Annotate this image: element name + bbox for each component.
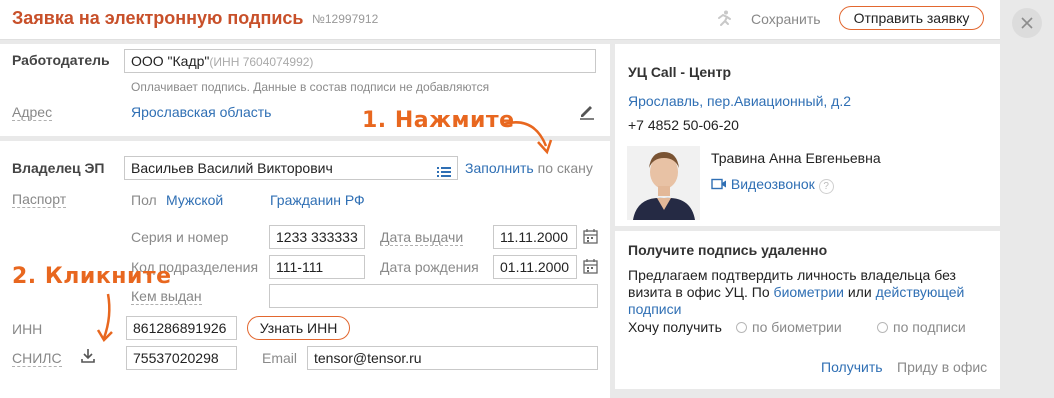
issue-date-label: Дата выдачи: [380, 229, 464, 246]
download-icon[interactable]: [80, 348, 96, 364]
employer-hint: Оплачивает подпись. Данные в состав подп…: [131, 80, 490, 94]
close-icon: [1020, 16, 1034, 30]
manager-avatar: [627, 146, 700, 220]
sex-label: Пол: [131, 192, 157, 208]
annotation-arrow-1: [503, 121, 553, 155]
calendar-icon[interactable]: [583, 228, 598, 244]
issued-by-field[interactable]: [269, 284, 598, 308]
address-label[interactable]: Адрес: [12, 104, 53, 121]
center-phone: +7 4852 50-06-20: [628, 117, 739, 133]
list-icon[interactable]: [437, 162, 451, 177]
owner-name: Васильев Василий Викторович: [131, 160, 333, 176]
header-bar: Заявка на электронную подпись №12997912 …: [0, 0, 1000, 40]
edit-pencil-icon[interactable]: [578, 102, 596, 120]
inn-field[interactable]: 861286891926: [126, 316, 237, 340]
snils-field[interactable]: 75537020298: [126, 346, 237, 370]
employer-field[interactable]: ООО "Кадр"(ИНН 7604074992): [124, 49, 596, 73]
center-address[interactable]: Ярославль, пер.Авиационный, д.2: [628, 93, 851, 109]
annotation-step2: 2. Кликните: [12, 264, 172, 289]
radio-biometry[interactable]: [736, 322, 747, 333]
owner-label: Владелец ЭП: [12, 160, 105, 176]
center-card: УЦ Call - Центр Ярославль, пер.Авиационн…: [615, 44, 1000, 226]
biometry-link[interactable]: биометрии: [774, 284, 844, 300]
remote-title: Получите подпись удаленно: [628, 242, 828, 258]
center-title: УЦ Call - Центр: [628, 64, 731, 80]
issued-by-label: Кем выдан: [131, 288, 202, 305]
citizenship-value[interactable]: Гражданин РФ: [270, 192, 365, 208]
manager-name: Травина Анна Евгеньевна: [711, 150, 881, 166]
snils-label: СНИЛС: [12, 350, 62, 367]
email-label: Email: [262, 350, 298, 366]
video-call-label: Видеозвонок: [730, 176, 815, 192]
remote-card: Получите подпись удаленно Предлагаем под…: [615, 231, 1000, 389]
issue-date-field[interactable]: 11.11.2000: [493, 225, 577, 249]
close-button[interactable]: [1012, 8, 1042, 38]
video-camera-icon: [711, 178, 726, 190]
annotation-step1: 1. Нажмите: [362, 108, 515, 133]
birth-date-field[interactable]: 01.11.2000: [493, 255, 577, 279]
get-button[interactable]: Получить: [821, 359, 883, 375]
request-number: №12997912: [312, 12, 379, 26]
calendar-icon[interactable]: [583, 258, 598, 274]
send-request-button[interactable]: Отправить заявку: [839, 6, 984, 30]
option-biometry[interactable]: по биометрии: [736, 319, 842, 335]
dept-code-field[interactable]: 111-111: [269, 255, 365, 279]
email-field[interactable]: tensor@tensor.ru: [307, 346, 598, 370]
run-icon[interactable]: [714, 9, 734, 29]
video-call-link[interactable]: Видеозвонок ?: [711, 176, 834, 194]
owner-name-field[interactable]: Васильев Василий Викторович: [124, 156, 458, 180]
series-label: Серия и номер: [131, 229, 229, 245]
office-button[interactable]: Приду в офис: [897, 359, 987, 375]
save-button[interactable]: Сохранить: [751, 11, 821, 27]
annotation-arrow-2: [96, 293, 113, 343]
address-value[interactable]: Ярославская область: [131, 104, 271, 120]
employer-name: ООО "Кадр": [131, 53, 210, 69]
find-inn-button[interactable]: Узнать ИНН: [247, 316, 350, 340]
option-signature[interactable]: по подписи: [877, 319, 966, 335]
remote-description: Предлагаем подтвердить личность владельц…: [628, 267, 965, 317]
birth-date-label: Дата рождения: [380, 259, 479, 275]
passport-label[interactable]: Паспорт: [12, 191, 67, 208]
employer-inn-note: (ИНН 7604074992): [209, 55, 314, 69]
radio-signature[interactable]: [877, 322, 888, 333]
employer-label: Работодатель: [12, 52, 110, 68]
help-icon[interactable]: ?: [818, 179, 834, 194]
inn-label: ИНН: [12, 321, 43, 337]
want-label: Хочу получить: [628, 319, 722, 335]
series-field[interactable]: 1233 333333: [269, 225, 365, 249]
sex-value[interactable]: Мужской: [166, 192, 223, 208]
page-title: Заявка на электронную подпись: [12, 8, 304, 28]
